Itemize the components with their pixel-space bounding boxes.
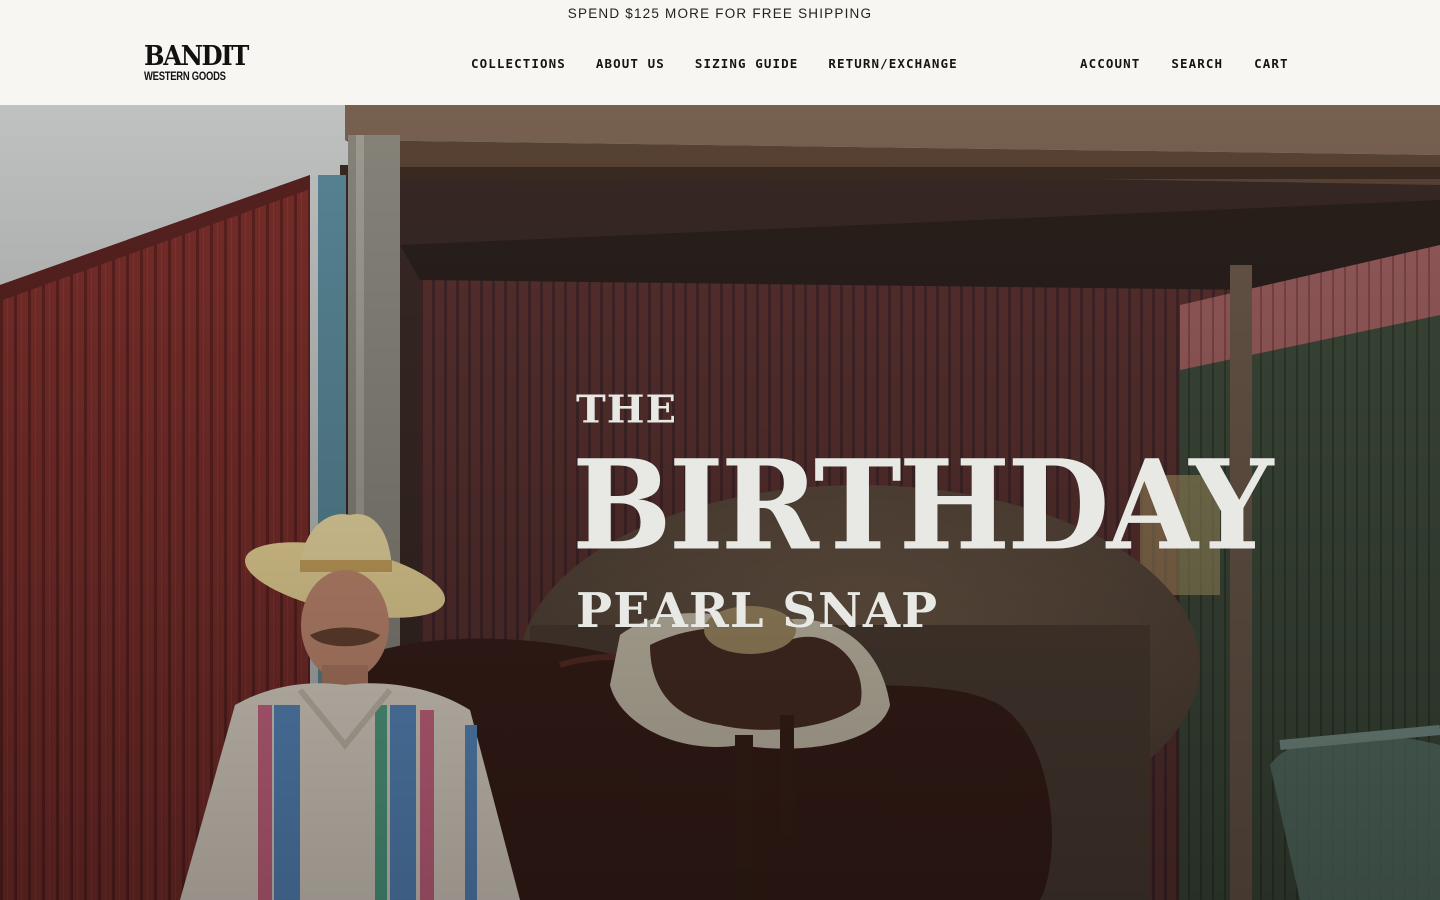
site-header: BANDIT WESTERN GOODS Collections About U… (0, 26, 1440, 105)
nav-sizing-guide[interactable]: Sizing Guide (695, 56, 799, 71)
logo-tagline: WESTERN GOODS (144, 71, 226, 83)
hero-line-the: THE (576, 387, 678, 432)
main-nav: Collections About Us Sizing Guide Return… (471, 56, 958, 71)
utility-nav: Account Search Cart (1080, 56, 1289, 71)
cart-link[interactable]: Cart (1254, 56, 1289, 71)
hero-banner[interactable]: THE BIRTHDAY PEARL SNAP (0, 105, 1440, 900)
hero-line-pearl-snap: PEARL SNAP (576, 583, 939, 639)
search-link[interactable]: Search (1171, 56, 1223, 71)
nav-collections[interactable]: Collections (471, 56, 566, 71)
hero-line-birthday: BIRTHDAY (572, 431, 1273, 578)
logo-wordmark: BANDIT (144, 41, 249, 72)
nav-about-us[interactable]: About Us (596, 56, 665, 71)
announcement-bar: SPEND $125 MORE FOR FREE SHIPPING (0, 0, 1440, 26)
brand-logo[interactable]: BANDIT WESTERN GOODS (144, 43, 249, 92)
account-link[interactable]: Account (1080, 56, 1140, 71)
announcement-text: SPEND $125 MORE FOR FREE SHIPPING (567, 5, 873, 21)
nav-return-exchange[interactable]: Return/Exchange (828, 56, 957, 71)
